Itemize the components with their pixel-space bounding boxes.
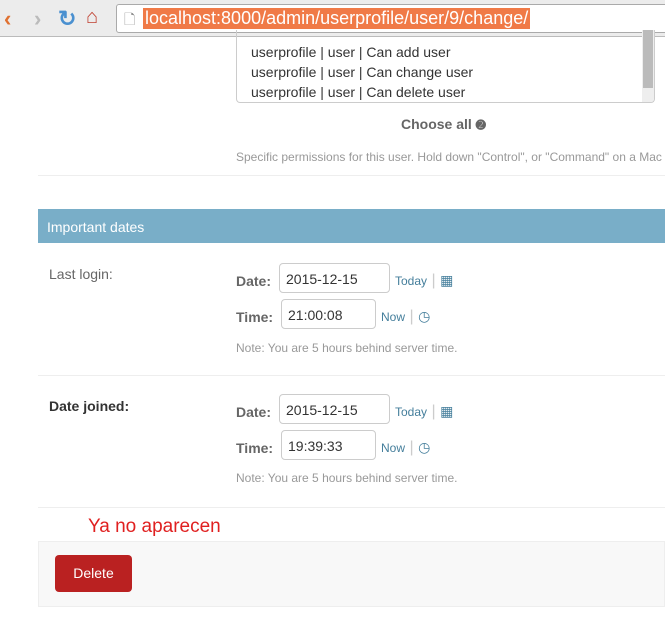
calendar-icon[interactable]: ▦ (440, 403, 453, 419)
today-link[interactable]: Today (395, 405, 427, 419)
divider (38, 507, 665, 508)
address-bar[interactable]: 🗋 localhost:8000/admin/userprofile/user/… (116, 4, 665, 33)
home-icon[interactable]: ⌂ (86, 6, 98, 29)
time-label: Time: (236, 309, 274, 325)
section-title: Important dates (47, 219, 145, 235)
permissions-select[interactable]: userprofile | user | Can add user userpr… (236, 30, 655, 103)
date-label: Date: (236, 404, 272, 420)
delete-button[interactable]: Delete (55, 555, 132, 592)
last-login-label: Last login: (49, 266, 113, 282)
divider (38, 175, 665, 176)
forward-icon[interactable]: › (34, 6, 41, 32)
scrollbar-thumb[interactable] (643, 30, 653, 88)
submit-row: Delete (38, 541, 665, 607)
section-header: Important dates (38, 209, 665, 243)
timezone-note: Note: You are 5 hours behind server time… (236, 471, 458, 485)
back-icon[interactable]: ‹ (4, 6, 11, 32)
scrollbar[interactable] (642, 30, 654, 102)
choose-all-link[interactable]: Choose all ➋ (401, 116, 486, 132)
url-text[interactable]: localhost:8000/admin/userprofile/user/9/… (143, 8, 531, 29)
date-joined-label: Date joined: (49, 398, 130, 414)
divider (38, 375, 665, 376)
last-login-date-input[interactable]: 2015-12-15 (279, 263, 390, 293)
date-joined-date-input[interactable]: 2015-12-15 (279, 394, 390, 424)
timezone-note: Note: You are 5 hours behind server time… (236, 341, 458, 355)
now-link[interactable]: Now (381, 310, 405, 324)
page-icon: 🗋 (124, 11, 136, 27)
permission-option[interactable]: userprofile | user | Can add user (251, 44, 451, 60)
last-login-time-input[interactable]: 21:00:08 (281, 299, 376, 329)
calendar-icon[interactable]: ▦ (440, 272, 453, 288)
clock-icon[interactable]: ◷ (418, 308, 430, 324)
clock-icon[interactable]: ◷ (418, 439, 430, 455)
annotation-text: Ya no aparecen (88, 516, 221, 537)
date-joined-time-input[interactable]: 19:39:33 (281, 430, 376, 460)
arrow-right-icon: ➋ (475, 118, 486, 132)
permission-option[interactable]: userprofile | user | Can change user (251, 64, 473, 80)
date-label: Date: (236, 273, 272, 289)
choose-all-label: Choose all (401, 116, 472, 132)
permission-option[interactable]: userprofile | user | Can delete user (251, 84, 465, 100)
permissions-help: Specific permissions for this user. Hold… (236, 150, 662, 164)
time-label: Time: (236, 440, 274, 456)
today-link[interactable]: Today (395, 274, 427, 288)
now-link[interactable]: Now (381, 441, 405, 455)
reload-icon[interactable]: ↻ (58, 6, 76, 32)
